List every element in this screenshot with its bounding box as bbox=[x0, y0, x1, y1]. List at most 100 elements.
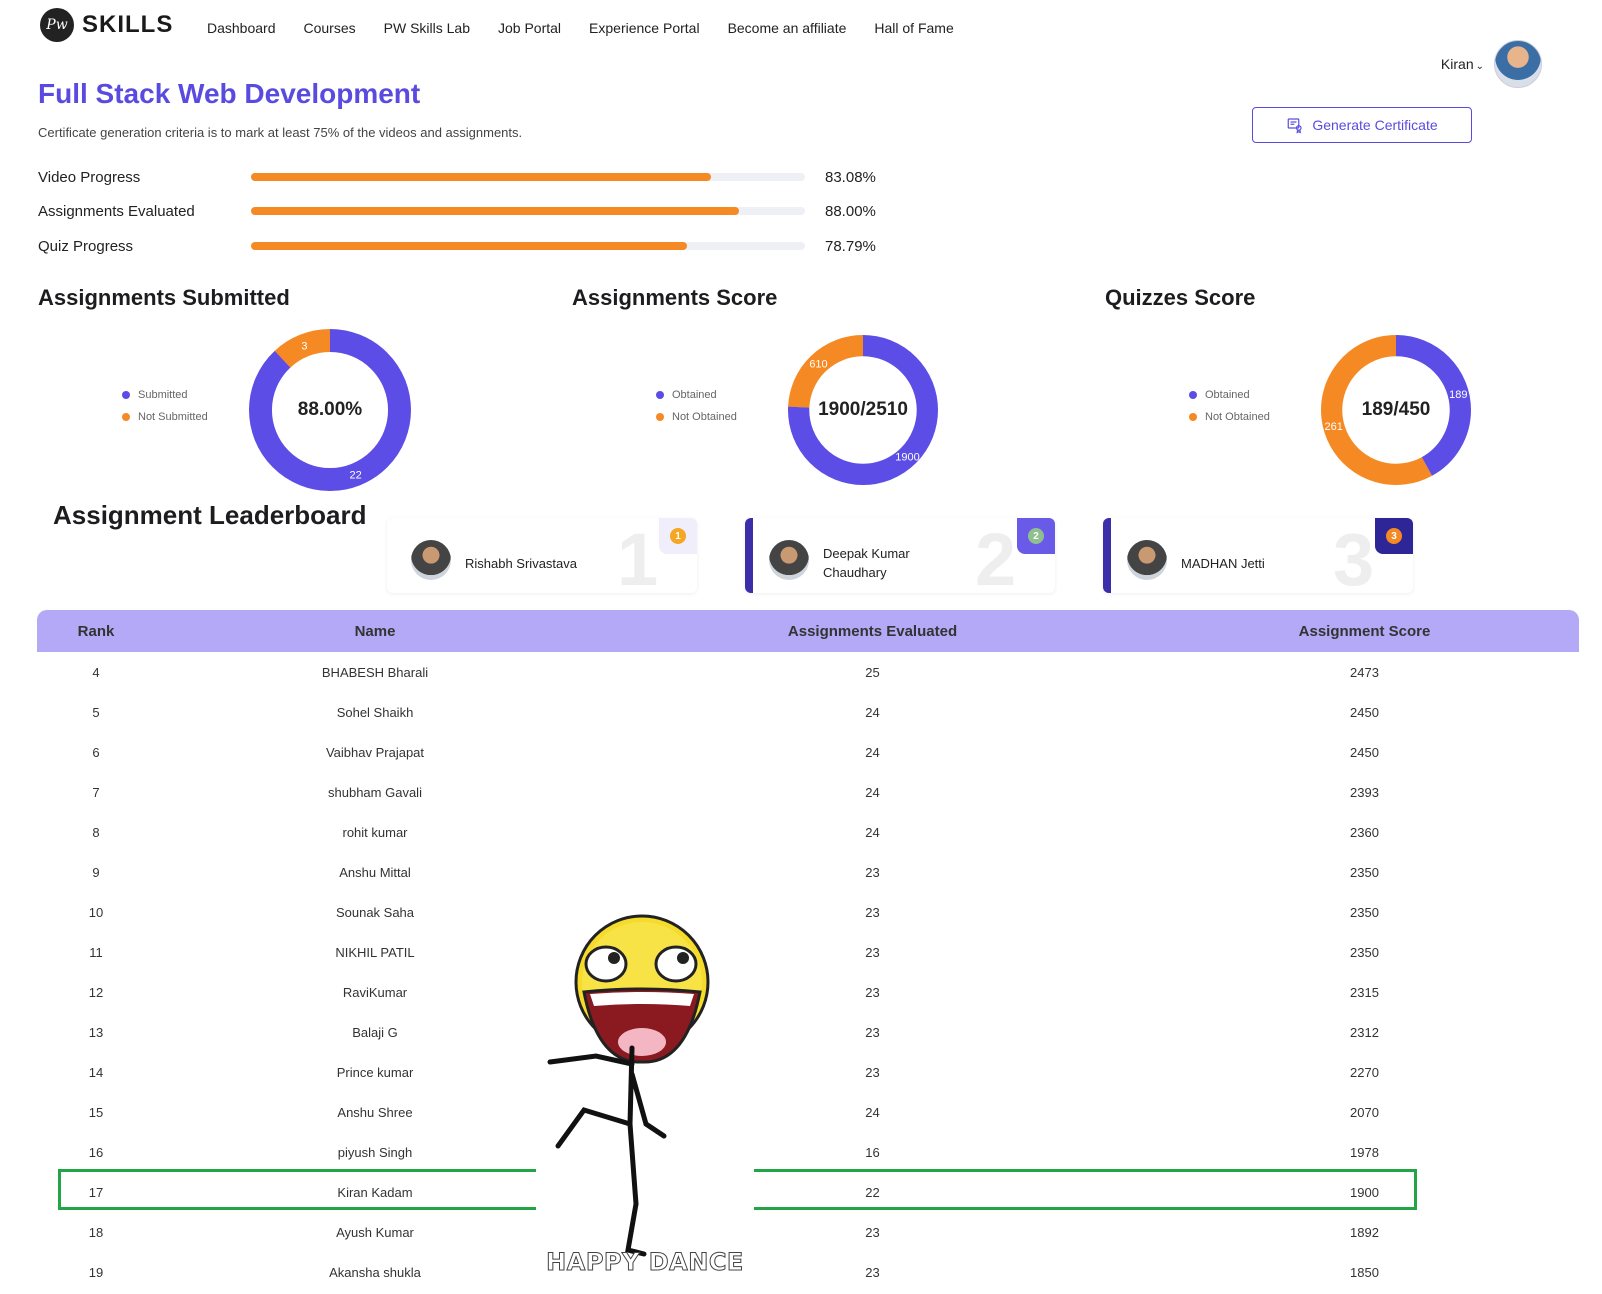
legend-label: Obtained bbox=[1205, 389, 1250, 401]
medal-icon: 3 bbox=[1386, 528, 1402, 544]
score-cell: 2350 bbox=[1350, 944, 1379, 960]
quiz-progress-row: Quiz Progress 78.79% bbox=[38, 235, 876, 257]
name-cell: Balaji G bbox=[352, 1024, 398, 1040]
score-cell: 1978 bbox=[1350, 1144, 1379, 1160]
evaluated-cell: 23 bbox=[865, 864, 880, 880]
nav-hall-of-fame[interactable]: Hall of Fame bbox=[874, 20, 953, 36]
leaderboard-table: Rank Name Assignments Evaluated Assignme… bbox=[37, 610, 1579, 1292]
name-cell: rohit kumar bbox=[342, 824, 408, 840]
leaderboard-top-card-2: Deepak Kumar Chaudhary 2 2 bbox=[745, 518, 1055, 593]
table-row: 6 Vaibhav Prajapat 24 2450 bbox=[37, 732, 1579, 772]
score-cell: 2270 bbox=[1350, 1064, 1379, 1080]
table-row: 12 RaviKumar 23 2315 bbox=[37, 972, 1579, 1012]
legend-label: Not Submitted bbox=[138, 411, 208, 423]
nav-job-portal[interactable]: Job Portal bbox=[498, 20, 561, 36]
column-header-score: Assignment Score bbox=[1298, 622, 1431, 640]
nav-courses[interactable]: Courses bbox=[304, 20, 356, 36]
score-cell: 2473 bbox=[1350, 664, 1379, 680]
user-menu-toggle[interactable]: Kiran ⌄ bbox=[1441, 56, 1484, 72]
score-cell: 2350 bbox=[1350, 864, 1379, 880]
score-cell: 2315 bbox=[1350, 984, 1379, 1000]
column-header-name: Name bbox=[354, 622, 396, 640]
leaderboard-title: Assignment Leaderboard bbox=[53, 500, 367, 530]
legend-item: Not Obtained bbox=[1189, 406, 1270, 428]
avatar[interactable] bbox=[1494, 40, 1542, 88]
evaluated-cell: 24 bbox=[865, 704, 880, 720]
table-row: 8 rohit kumar 24 2360 bbox=[37, 812, 1579, 852]
evaluated-cell: 24 bbox=[865, 824, 880, 840]
progress-fill bbox=[251, 173, 712, 181]
name-cell: RaviKumar bbox=[342, 984, 408, 1000]
top-rank: 3 bbox=[1333, 518, 1375, 594]
meme-caption: HAPPY DANCE bbox=[546, 1248, 744, 1277]
progress-fill bbox=[251, 242, 688, 250]
donut-center-value: 88.00% bbox=[297, 399, 363, 420]
rank-cell: 14 bbox=[88, 1064, 104, 1080]
video-progress-row: Video Progress 83.08% bbox=[38, 166, 876, 188]
table-row: 7 shubham Gavali 24 2393 bbox=[37, 772, 1579, 812]
rank-cell: 13 bbox=[88, 1024, 104, 1040]
score-cell: 1892 bbox=[1350, 1224, 1379, 1240]
certificate-criteria: Certificate generation criteria is to ma… bbox=[38, 125, 523, 140]
user-name: Kiran bbox=[1440, 56, 1474, 72]
legend-item: Submitted bbox=[122, 384, 208, 406]
chevron-down-icon: ⌄ bbox=[1475, 61, 1484, 72]
table-row: 4 BHABESH Bharali 25 2473 bbox=[37, 652, 1579, 692]
progress-value: 88.00% bbox=[825, 202, 876, 220]
progress-track bbox=[251, 242, 805, 250]
score-cell: 1850 bbox=[1350, 1264, 1379, 1280]
user-menu[interactable]: Kiran ⌄ bbox=[1441, 40, 1542, 88]
name-cell: BHABESH Bharali bbox=[321, 664, 429, 680]
legend-item: Not Submitted bbox=[122, 406, 208, 428]
rank-cell: 17 bbox=[88, 1184, 104, 1200]
score-cell: 2312 bbox=[1350, 1024, 1379, 1040]
table-row: 15 Anshu Shree 24 2070 bbox=[37, 1092, 1579, 1132]
nav-pw-skills-lab[interactable]: PW Skills Lab bbox=[384, 20, 470, 36]
table-row: 10 Sounak Saha 23 2350 bbox=[37, 892, 1579, 932]
progress-value: 78.79% bbox=[825, 237, 876, 255]
table-row: 11 NIKHIL PATIL 23 2350 bbox=[37, 932, 1579, 972]
rank-cell: 7 bbox=[92, 784, 100, 800]
name-cell: Ayush Kumar bbox=[336, 1224, 414, 1240]
medal-icon: 1 bbox=[670, 528, 686, 544]
progress-label: Video Progress bbox=[38, 168, 141, 186]
table-row: 13 Balaji G 23 2312 bbox=[37, 1012, 1579, 1052]
score-cell: 2393 bbox=[1350, 784, 1379, 800]
brand-logo[interactable]: Pw SKILLS bbox=[40, 8, 173, 42]
assignments-evaluated-row: Assignments Evaluated 88.00% bbox=[38, 200, 876, 222]
nav-become-affiliate[interactable]: Become an affiliate bbox=[728, 20, 847, 36]
page-title: Full Stack Web Development bbox=[38, 78, 421, 109]
progress-label: Quiz Progress bbox=[38, 237, 134, 255]
rank-cell: 18 bbox=[88, 1224, 104, 1240]
score-cell: 1900 bbox=[1350, 1184, 1379, 1200]
nav-dashboard[interactable]: Dashboard bbox=[207, 20, 276, 36]
table-row: 9 Anshu Mittal 23 2350 bbox=[37, 852, 1579, 892]
progress-track bbox=[251, 173, 805, 181]
nav-experience-portal[interactable]: Experience Portal bbox=[589, 20, 700, 36]
pw-logo-icon: Pw bbox=[40, 8, 74, 42]
progress-fill bbox=[251, 207, 739, 215]
avatar bbox=[769, 540, 809, 580]
legend-label: Not Obtained bbox=[1205, 411, 1270, 423]
name-cell: Sohel Shaikh bbox=[336, 704, 414, 720]
generate-certificate-button[interactable]: Generate Certificate bbox=[1252, 107, 1472, 143]
quizzes-score-legend: Obtained Not Obtained bbox=[1189, 384, 1270, 428]
name-cell: piyush Singh bbox=[337, 1144, 413, 1160]
legend-dot-orange bbox=[1189, 413, 1197, 421]
table-row: 19 Akansha shukla 23 1850 bbox=[37, 1252, 1579, 1292]
legend-item: Obtained bbox=[656, 384, 737, 406]
legend-dot-blue bbox=[122, 391, 130, 399]
progress-label: Assignments Evaluated bbox=[38, 202, 195, 220]
assignments-score-title: Assignments Score bbox=[572, 285, 778, 310]
table-row: 16 piyush Singh 16 1978 bbox=[37, 1132, 1579, 1172]
leaderboard-top-card-1: Rishabh Srivastava 1 1 bbox=[387, 518, 697, 593]
name-cell: Vaibhav Prajapat bbox=[325, 744, 425, 760]
name-cell: Anshu Shree bbox=[337, 1104, 413, 1120]
avatar bbox=[411, 540, 451, 580]
name-cell: shubham Gavali bbox=[328, 784, 422, 800]
rank-cell: 11 bbox=[89, 944, 103, 960]
happy-dance-meme: HAPPY DANCE bbox=[536, 914, 754, 1284]
rank-badge: 1 bbox=[659, 518, 697, 554]
rank-badge: 2 bbox=[1017, 518, 1055, 554]
rank-cell: 9 bbox=[92, 864, 100, 880]
